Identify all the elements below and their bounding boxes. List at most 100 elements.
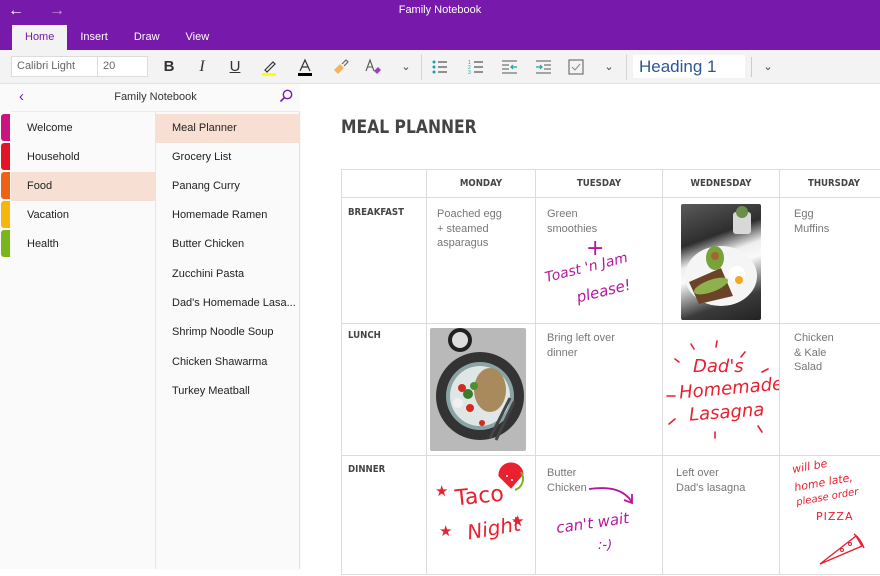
page-panang-curry[interactable]: Panang Curry — [156, 172, 300, 201]
format-painter-icon — [334, 59, 349, 74]
ink-annotation: please! — [574, 275, 633, 307]
styles-dropdown-button[interactable]: ⌄ — [757, 57, 779, 77]
decrease-indent-button[interactable] — [499, 57, 521, 77]
outdent-icon — [502, 60, 517, 74]
ribbon-toolbar: Calibri Light 20 B I U ⌄ 123 ⌄ — [0, 50, 880, 84]
tab-draw[interactable]: Draw — [121, 25, 173, 50]
section-vacation[interactable]: Vacation — [11, 201, 156, 230]
pizza-slice-doodle-icon — [819, 533, 865, 565]
table-cell[interactable]: Butter Chicken can't wait :-) — [535, 455, 663, 575]
row-header-label: LUNCH — [348, 330, 381, 341]
bullet-list-icon — [432, 60, 447, 74]
page-chicken-shawarma[interactable]: Chicken Shawarma — [156, 348, 300, 377]
highlighter-icon — [262, 61, 276, 76]
table-cell[interactable]: Chicken & Kale Salad — [779, 323, 880, 456]
row-header-label: DINNER — [348, 464, 386, 475]
navigation-header: ‹ Family Notebook — [11, 84, 300, 112]
font-color-button[interactable] — [294, 57, 316, 77]
table-cell[interactable]: Bring left over dinner — [535, 323, 663, 456]
tab-view[interactable]: View — [173, 25, 223, 50]
svg-text:★: ★ — [435, 482, 448, 500]
column-header-label: WEDNESDAY — [690, 178, 752, 189]
format-painter-button[interactable] — [330, 57, 352, 77]
italic-button[interactable]: I — [191, 57, 213, 77]
section-food[interactable]: Food — [11, 172, 156, 201]
page-dads-homemade-lasagna[interactable]: Dad's Homemade Lasa... — [156, 289, 300, 318]
toolbar-divider — [626, 54, 627, 80]
section-color-tab — [1, 114, 10, 141]
font-name-input[interactable]: Calibri Light — [11, 56, 98, 77]
notebook-title: Family Notebook — [114, 91, 197, 103]
column-header-label: THURSDAY — [807, 178, 861, 189]
table-corner-cell — [341, 169, 427, 198]
font-color-icon — [298, 58, 312, 76]
ribbon-tabs: Home Insert Draw View — [12, 25, 222, 50]
checkbox-icon — [568, 59, 584, 75]
section-household[interactable]: Household — [11, 143, 156, 172]
cell-text: Chicken & Kale Salad — [794, 332, 834, 373]
clear-formatting-button[interactable] — [362, 57, 384, 77]
page-grocery-list[interactable]: Grocery List — [156, 143, 300, 172]
ink-smiley: :-) — [598, 538, 613, 553]
tab-insert[interactable]: Insert — [67, 25, 121, 50]
table-cell[interactable]: Poached egg + steamed asparagus — [426, 197, 536, 324]
todo-tag-button[interactable] — [565, 57, 587, 77]
underline-icon: U — [229, 58, 241, 75]
section-color-tab — [1, 230, 10, 257]
cell-text: Bring left over dinner — [547, 332, 615, 359]
search-button[interactable] — [278, 88, 294, 109]
tab-home[interactable]: Home — [12, 25, 68, 50]
column-header-tuesday: TUESDAY — [535, 169, 663, 198]
page-meal-planner[interactable]: Meal Planner — [156, 114, 300, 143]
underline-button[interactable]: U — [224, 57, 246, 77]
cell-text: Poached egg + steamed asparagus — [437, 208, 502, 249]
page-title[interactable]: MEAL PLANNER — [341, 116, 477, 138]
numbered-list-icon: 123 — [468, 60, 483, 76]
grain-bowl-photo[interactable] — [430, 328, 526, 451]
font-size-input[interactable]: 20 — [97, 56, 148, 77]
section-color-tab — [1, 172, 10, 199]
column-header-label: MONDAY — [459, 178, 503, 189]
page-butter-chicken[interactable]: Butter Chicken — [156, 230, 300, 259]
page-shrimp-noodle-soup[interactable]: Shrimp Noodle Soup — [156, 318, 300, 347]
section-health[interactable]: Health — [11, 230, 156, 259]
avocado-toast-photo[interactable] — [681, 204, 761, 320]
cell-text: Left over Dad's lasagna — [676, 467, 746, 494]
table-cell[interactable]: Green smoothies + Toast 'n Jam please! — [535, 197, 663, 324]
chevron-down-icon: ⌄ — [763, 61, 773, 73]
table-cell[interactable]: Egg Muffins — [779, 197, 880, 324]
page-zucchini-pasta[interactable]: Zucchini Pasta — [156, 260, 300, 289]
highlight-button[interactable] — [258, 57, 280, 77]
italic-icon: I — [199, 58, 205, 75]
table-cell[interactable]: Dad's Homemade Lasagna — [662, 323, 784, 456]
food-photo-icon — [685, 206, 757, 306]
more-paragraph-chevron[interactable]: ⌄ — [598, 57, 620, 77]
search-icon — [279, 89, 293, 103]
bold-button[interactable]: B — [158, 57, 180, 77]
ink-annotation: Taco — [453, 481, 506, 512]
column-header-monday: MONDAY — [426, 169, 536, 198]
cell-text: Green smoothies — [547, 208, 598, 235]
style-selector[interactable]: Heading 1 — [633, 55, 745, 78]
page-homemade-ramen[interactable]: Homemade Ramen — [156, 201, 300, 230]
column-header-label: TUESDAY — [576, 178, 622, 189]
section-welcome[interactable]: Welcome — [11, 114, 156, 143]
table-cell[interactable]: ★ ★ ★ Taco Night — [426, 455, 536, 575]
numbered-list-button[interactable]: 123 — [465, 57, 487, 77]
page-turkey-meatball[interactable]: Turkey Meatball — [156, 377, 300, 406]
row-header-lunch: LUNCH — [341, 323, 427, 456]
chevron-down-icon: ⌄ — [604, 61, 614, 73]
clear-formatting-icon — [365, 58, 381, 74]
table-cell[interactable] — [426, 323, 536, 456]
table-cell[interactable]: Left over Dad's lasagna — [662, 455, 780, 575]
increase-indent-button[interactable] — [533, 57, 555, 77]
more-formatting-chevron[interactable]: ⌄ — [395, 57, 417, 77]
taco-doodle-icon: ★ ★ ★ — [435, 462, 524, 540]
cell-text: Egg Muffins — [794, 208, 830, 235]
window-title: Family Notebook — [398, 4, 482, 16]
row-header-label: BREAKFAST — [348, 207, 404, 218]
bullet-list-button[interactable] — [429, 57, 451, 77]
table-cell[interactable] — [662, 197, 780, 324]
table-cell[interactable]: will be home late, please order PIZZA — [779, 455, 880, 575]
row-header-dinner: DINNER — [341, 455, 427, 575]
